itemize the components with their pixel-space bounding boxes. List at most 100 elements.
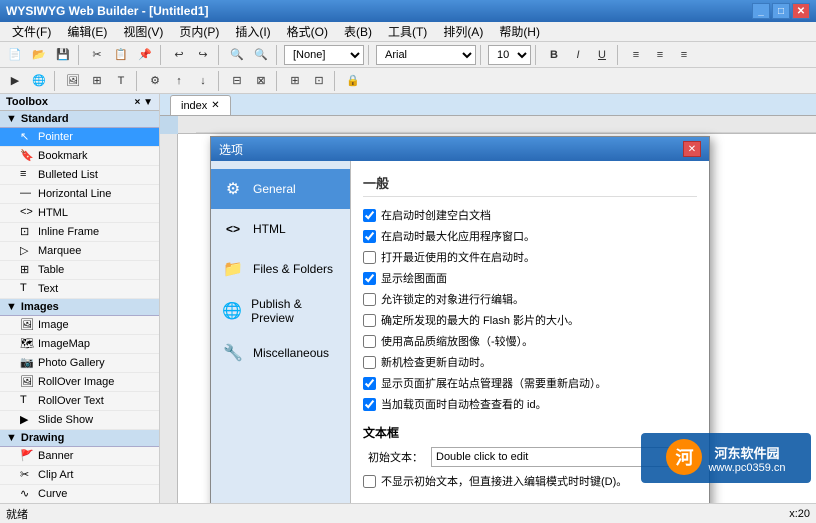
- checkbox-label-1: 在启动时最大化应用程序窗口。: [381, 228, 535, 244]
- ungroup-btn[interactable]: ⊡: [308, 71, 330, 91]
- lock-btn[interactable]: 🔒: [342, 71, 364, 91]
- publish-icon: 🌐: [221, 299, 243, 323]
- tab-index[interactable]: index ✕: [170, 95, 231, 115]
- nav-files-folders[interactable]: 📁 Files & Folders: [211, 249, 350, 289]
- menu-insert[interactable]: 插入(I): [227, 21, 278, 42]
- toolbox-item-curve[interactable]: ∿ Curve: [0, 485, 159, 503]
- open-btn[interactable]: 📂: [28, 45, 50, 65]
- html-nav-icon: <>: [221, 217, 245, 241]
- toolbox-item-banner[interactable]: 🚩 Banner: [0, 447, 159, 466]
- toolbox-item-inline-frame[interactable]: ⊡ Inline Frame: [0, 223, 159, 242]
- checkbox-8[interactable]: [363, 377, 376, 390]
- checkbox-2[interactable]: [363, 251, 376, 264]
- menu-arrange[interactable]: 排列(A): [435, 21, 491, 42]
- toolbox-item-bulleted-list[interactable]: ≡ Bulleted List: [0, 166, 159, 185]
- insert-text-btn[interactable]: T: [110, 71, 132, 91]
- toolbox-item-image[interactable]: 🖼 Image: [0, 316, 159, 335]
- menu-edit[interactable]: 编辑(E): [59, 21, 115, 42]
- menu-table[interactable]: 表(B): [336, 21, 380, 42]
- preview-btn[interactable]: ▶: [4, 71, 26, 91]
- toolbox-item-html[interactable]: <> HTML: [0, 204, 159, 223]
- window-controls[interactable]: _ □ ✕: [752, 3, 810, 19]
- checkbox-6[interactable]: [363, 335, 376, 348]
- pointer-icon: ↖: [20, 130, 34, 144]
- dialog-nav: ⚙ General <> HTML 📁 Files & Folders �: [211, 161, 351, 503]
- align-right-btn[interactable]: ≡: [673, 45, 695, 65]
- align-left-btn[interactable]: ≡: [625, 45, 647, 65]
- checkbox-7[interactable]: [363, 356, 376, 369]
- minimize-btn[interactable]: _: [752, 3, 770, 19]
- checkbox-4[interactable]: [363, 293, 376, 306]
- nav-publish-preview[interactable]: 🌐 Publish & Preview: [211, 289, 350, 333]
- checkbox-label-5: 确定所发现的最大的 Flash 影片的大小。: [381, 312, 579, 328]
- font-dropdown[interactable]: Arial: [376, 45, 476, 65]
- canvas-area[interactable]: 选项 ✕ ⚙ General <> HTML: [160, 116, 816, 503]
- toolbox-item-text[interactable]: T Text: [0, 280, 159, 299]
- toolbox-item-table[interactable]: ⊞ Table: [0, 261, 159, 280]
- checkbox-0[interactable]: [363, 209, 376, 222]
- new-btn[interactable]: 📄: [4, 45, 26, 65]
- close-btn[interactable]: ✕: [792, 3, 810, 19]
- toolbox-item-bookmark[interactable]: 🔖 Bookmark: [0, 147, 159, 166]
- text-field-input[interactable]: [431, 447, 697, 467]
- toolbox-item-horizontal-line[interactable]: — Horizontal Line: [0, 185, 159, 204]
- bold-btn[interactable]: B: [543, 45, 565, 65]
- clipart-icon: ✂: [20, 468, 34, 482]
- toolbox-item-rollover-image[interactable]: 🖼 RollOver Image: [0, 373, 159, 392]
- dialog-close-btn[interactable]: ✕: [683, 141, 701, 157]
- nav-miscellaneous[interactable]: 🔧 Miscellaneous: [211, 333, 350, 373]
- order-back-btn[interactable]: ↓: [192, 71, 214, 91]
- checkbox-1[interactable]: [363, 230, 376, 243]
- style-dropdown[interactable]: [None]: [284, 45, 364, 65]
- redo-btn[interactable]: ↪: [192, 45, 214, 65]
- toolbox-item-pointer[interactable]: ↖ Pointer: [0, 128, 159, 147]
- menu-page[interactable]: 页内(P): [171, 21, 227, 42]
- insert-table-btn[interactable]: ⊞: [86, 71, 108, 91]
- gallery-icon: 📷: [20, 356, 34, 370]
- align-center-btn[interactable]: ≡: [649, 45, 671, 65]
- paste-btn[interactable]: 📌: [134, 45, 156, 65]
- toolbox-item-rollover-text[interactable]: T RollOver Text: [0, 392, 159, 411]
- tab-close-icon[interactable]: ✕: [211, 100, 219, 111]
- checkbox-3[interactable]: [363, 272, 376, 285]
- toolbox-section-standard[interactable]: ▼ Standard: [0, 111, 159, 128]
- menu-file[interactable]: 文件(F): [4, 21, 59, 42]
- align-obj-btn[interactable]: ⊟: [226, 71, 248, 91]
- toolbox-item-photo-gallery[interactable]: 📷 Photo Gallery: [0, 354, 159, 373]
- toolbox-item-clip-art[interactable]: ✂ Clip Art: [0, 466, 159, 485]
- toolbox-section-images[interactable]: ▼ Images: [0, 299, 159, 316]
- checkbox-label-extra: 不显示初始文本，但直接进入编辑模式时时键(D)。: [381, 473, 627, 489]
- nav-html[interactable]: <> HTML: [211, 209, 350, 249]
- toolbox-item-slide-show[interactable]: ▶ Slide Show: [0, 411, 159, 430]
- cut-btn[interactable]: ✂: [86, 45, 108, 65]
- zoom-in-btn[interactable]: 🔍: [226, 45, 248, 65]
- maximize-btn[interactable]: □: [772, 3, 790, 19]
- checkbox-9[interactable]: [363, 398, 376, 411]
- checkbox-5[interactable]: [363, 314, 376, 327]
- size-dropdown[interactable]: 10: [488, 45, 531, 65]
- nav-general[interactable]: ⚙ General: [211, 169, 350, 209]
- publish-btn[interactable]: 🌐: [28, 71, 50, 91]
- html-icon: <>: [20, 206, 34, 220]
- status-coords: x:20: [789, 508, 810, 520]
- group-btn[interactable]: ⊞: [284, 71, 306, 91]
- menu-tools[interactable]: 工具(T): [380, 21, 435, 42]
- menu-help[interactable]: 帮助(H): [491, 21, 548, 42]
- copy-btn[interactable]: 📋: [110, 45, 132, 65]
- properties-btn[interactable]: ⚙: [144, 71, 166, 91]
- toolbox-item-marquee[interactable]: ▷ Marquee: [0, 242, 159, 261]
- order-front-btn[interactable]: ↑: [168, 71, 190, 91]
- save-btn[interactable]: 💾: [52, 45, 74, 65]
- menu-format[interactable]: 格式(O): [279, 21, 336, 42]
- undo-btn[interactable]: ↩: [168, 45, 190, 65]
- menu-view[interactable]: 视图(V): [115, 21, 171, 42]
- toolbox-section-drawing[interactable]: ▼ Drawing: [0, 430, 159, 447]
- checkbox-extra[interactable]: [363, 475, 376, 488]
- insert-image-btn[interactable]: 🖼: [62, 71, 84, 91]
- italic-btn[interactable]: I: [567, 45, 589, 65]
- distribute-btn[interactable]: ⊠: [250, 71, 272, 91]
- status-text: 就绪: [6, 506, 28, 522]
- zoom-out-btn[interactable]: 🔍: [250, 45, 272, 65]
- toolbox-item-imagemap[interactable]: 🗺 ImageMap: [0, 335, 159, 354]
- underline-btn[interactable]: U: [591, 45, 613, 65]
